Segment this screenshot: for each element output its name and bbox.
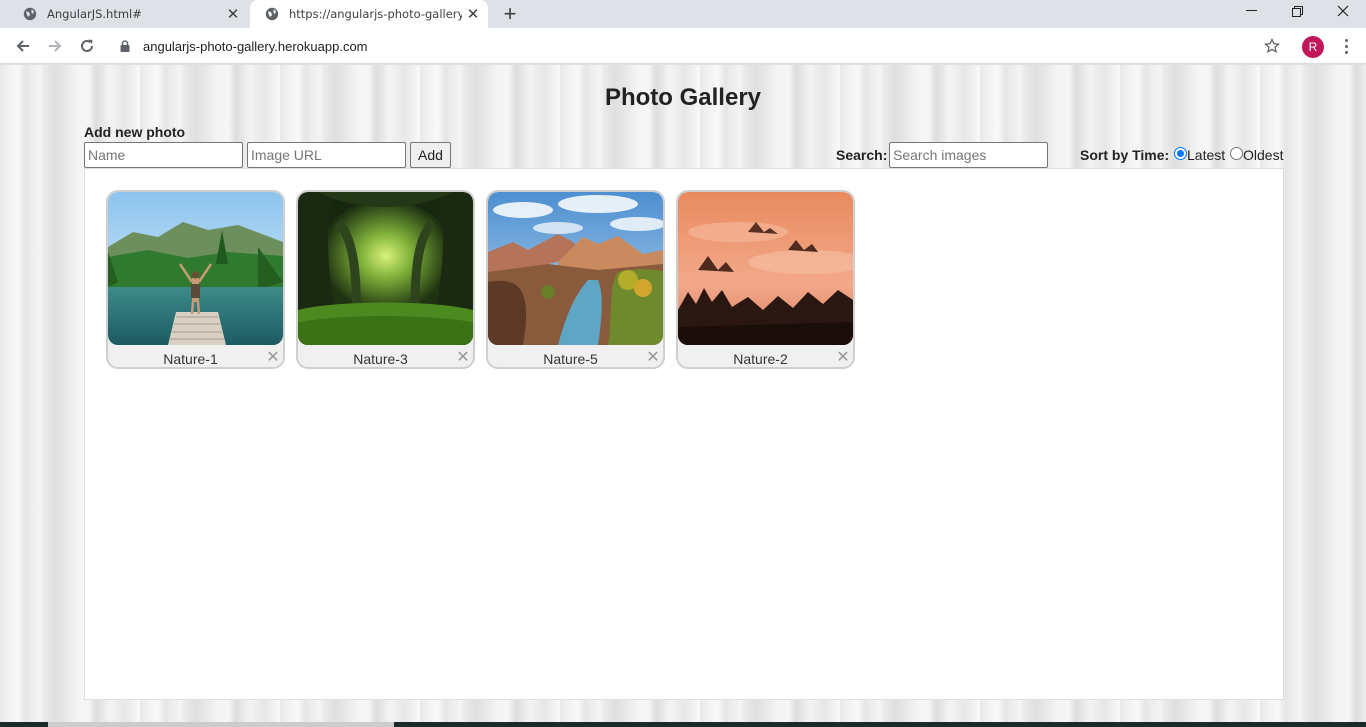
photo-caption: Nature-5: [543, 351, 598, 367]
remove-photo-icon[interactable]: ✕: [836, 350, 850, 366]
sort-oldest-label: Oldest: [1243, 147, 1284, 163]
page-viewport: Photo Gallery Add new photo Add Search: …: [0, 65, 1366, 727]
page-title: Photo Gallery: [604, 84, 762, 111]
forward-icon[interactable]: [41, 32, 69, 60]
photo-card[interactable]: Nature-2 ✕: [676, 190, 855, 369]
search-input[interactable]: [889, 142, 1048, 168]
close-tab-icon[interactable]: ✕: [222, 3, 244, 25]
address-bar[interactable]: angularjs-photo-gallery.herokuapp.com: [110, 32, 1290, 60]
globe-icon: [22, 6, 38, 22]
add-photo-button[interactable]: Add: [410, 142, 451, 168]
profile-avatar[interactable]: R: [1302, 36, 1324, 58]
remove-photo-icon[interactable]: ✕: [266, 350, 280, 366]
photo-card[interactable]: Nature-1 ✕: [106, 190, 285, 369]
photo-caption: Nature-3: [353, 351, 408, 367]
sort-latest-label: Latest: [1187, 147, 1226, 163]
back-icon[interactable]: [9, 32, 37, 60]
photo-caption: Nature-2: [733, 351, 788, 367]
bookmark-star-icon[interactable]: [1262, 36, 1282, 56]
restore-icon[interactable]: [1274, 0, 1320, 22]
browser-tab-photo-gallery[interactable]: https://angularjs-photo-gallery.h ✕: [250, 0, 488, 28]
photo-name-input[interactable]: [84, 142, 243, 168]
close-window-icon[interactable]: [1320, 0, 1366, 22]
photo-thumbnail[interactable]: [488, 192, 663, 345]
minimize-icon[interactable]: [1228, 0, 1274, 22]
sort-oldest-radio[interactable]: [1230, 147, 1243, 160]
tab-strip: AngularJS.html# ✕ https://angularjs-phot…: [0, 0, 1366, 28]
photo-thumbnail[interactable]: [678, 192, 853, 345]
remove-photo-icon[interactable]: ✕: [456, 350, 470, 366]
search-label: Search:: [836, 147, 888, 163]
reload-icon[interactable]: [73, 32, 101, 60]
remove-photo-icon[interactable]: ✕: [646, 350, 660, 366]
photo-card[interactable]: Nature-5 ✕: [486, 190, 665, 369]
add-photo-heading: Add new photo: [84, 124, 186, 140]
os-taskbar: [0, 722, 1366, 727]
sort-latest-radio[interactable]: [1174, 147, 1187, 160]
image-url-input[interactable]: [247, 142, 406, 168]
close-tab-icon[interactable]: ✕: [462, 3, 484, 25]
menu-kebab-icon[interactable]: [1336, 36, 1356, 56]
photo-thumbnail[interactable]: [108, 192, 283, 345]
tab-title: https://angularjs-photo-gallery.h: [289, 7, 462, 21]
photo-caption: Nature-1: [163, 351, 218, 367]
new-tab-button[interactable]: +: [498, 1, 522, 26]
lock-icon: [120, 40, 134, 52]
globe-icon: [264, 6, 280, 22]
browser-toolbar: angularjs-photo-gallery.herokuapp.com R: [0, 28, 1366, 64]
sort-label: Sort by Time:: [1080, 147, 1170, 163]
photo-gallery-container: Nature-1 ✕ Nature-3 ✕ Nature-5 ✕ Nature-…: [84, 168, 1284, 700]
url-text: angularjs-photo-gallery.herokuapp.com: [143, 38, 368, 54]
browser-tab-angularjs[interactable]: AngularJS.html# ✕: [8, 0, 248, 28]
photo-card[interactable]: Nature-3 ✕: [296, 190, 475, 369]
taskbar-highlight: [48, 722, 394, 727]
tab-title: AngularJS.html#: [47, 7, 142, 21]
photo-thumbnail[interactable]: [298, 192, 473, 345]
